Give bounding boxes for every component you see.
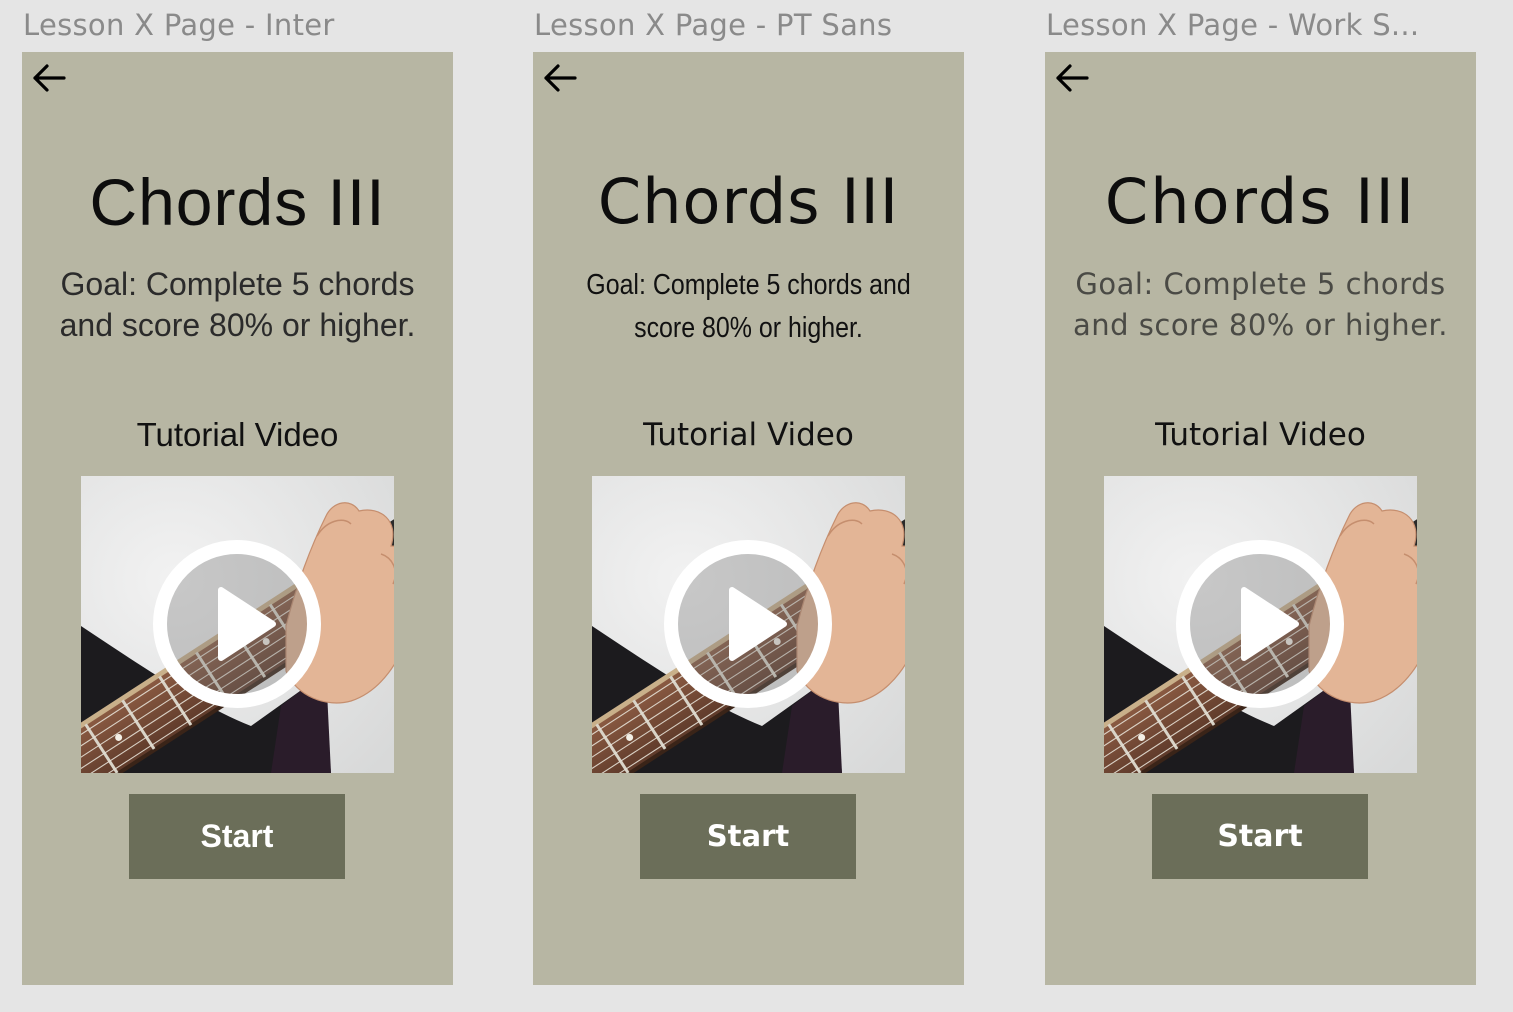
arrow-left-icon (1056, 64, 1089, 92)
tutorial-video-heading: Tutorial Video (136, 416, 339, 453)
play-icon[interactable] (664, 540, 832, 708)
lesson-goal: Goal: Complete 5 chords and score 80% or… (59, 266, 416, 343)
lesson-goal: Goal: Complete 5 chords and score 80% or… (586, 269, 911, 344)
lesson-title: Chords III (89, 165, 386, 239)
lesson-goal: Goal: Complete 5 chords and score 80% or… (1072, 267, 1449, 342)
guitar-chord-illustration (81, 476, 394, 773)
lesson-page-frame-pt-sans: Chords III Goal: Complete 5 chords and s… (533, 52, 964, 985)
tutorial-video-thumbnail[interactable] (1104, 476, 1417, 773)
arrow-left-icon (33, 64, 66, 92)
guitar-chord-illustration (592, 476, 905, 773)
tutorial-video-thumbnail[interactable] (81, 476, 394, 773)
back-button[interactable] (1051, 58, 1091, 98)
lesson-page-frame-work-sans: Chords III Goal: Complete 5 chords and s… (1045, 52, 1476, 985)
tutorial-video-thumbnail[interactable] (592, 476, 905, 773)
start-button[interactable]: Start (129, 794, 345, 879)
back-button[interactable] (28, 58, 68, 98)
start-button[interactable]: Start (1152, 794, 1368, 879)
frame-label-inter[interactable]: Lesson X Page - Inter (23, 8, 463, 44)
lesson-title: Chords III (597, 165, 900, 238)
play-icon[interactable] (1176, 540, 1344, 708)
frame-label-pt-sans[interactable]: Lesson X Page - PT Sans (534, 8, 974, 44)
frame-label-work-sans[interactable]: Lesson X Page - Work S... (1046, 8, 1466, 44)
lesson-title: Chords III (1104, 165, 1417, 238)
lesson-page-frame-inter: Chords III Goal: Complete 5 chords and s… (22, 52, 453, 985)
guitar-chord-illustration (1104, 476, 1417, 773)
start-button[interactable]: Start (640, 794, 856, 879)
arrow-left-icon (544, 64, 577, 92)
tutorial-video-heading: Tutorial Video (1155, 417, 1366, 453)
tutorial-video-heading: Tutorial Video (643, 417, 854, 453)
back-button[interactable] (539, 58, 579, 98)
play-icon[interactable] (153, 540, 321, 708)
